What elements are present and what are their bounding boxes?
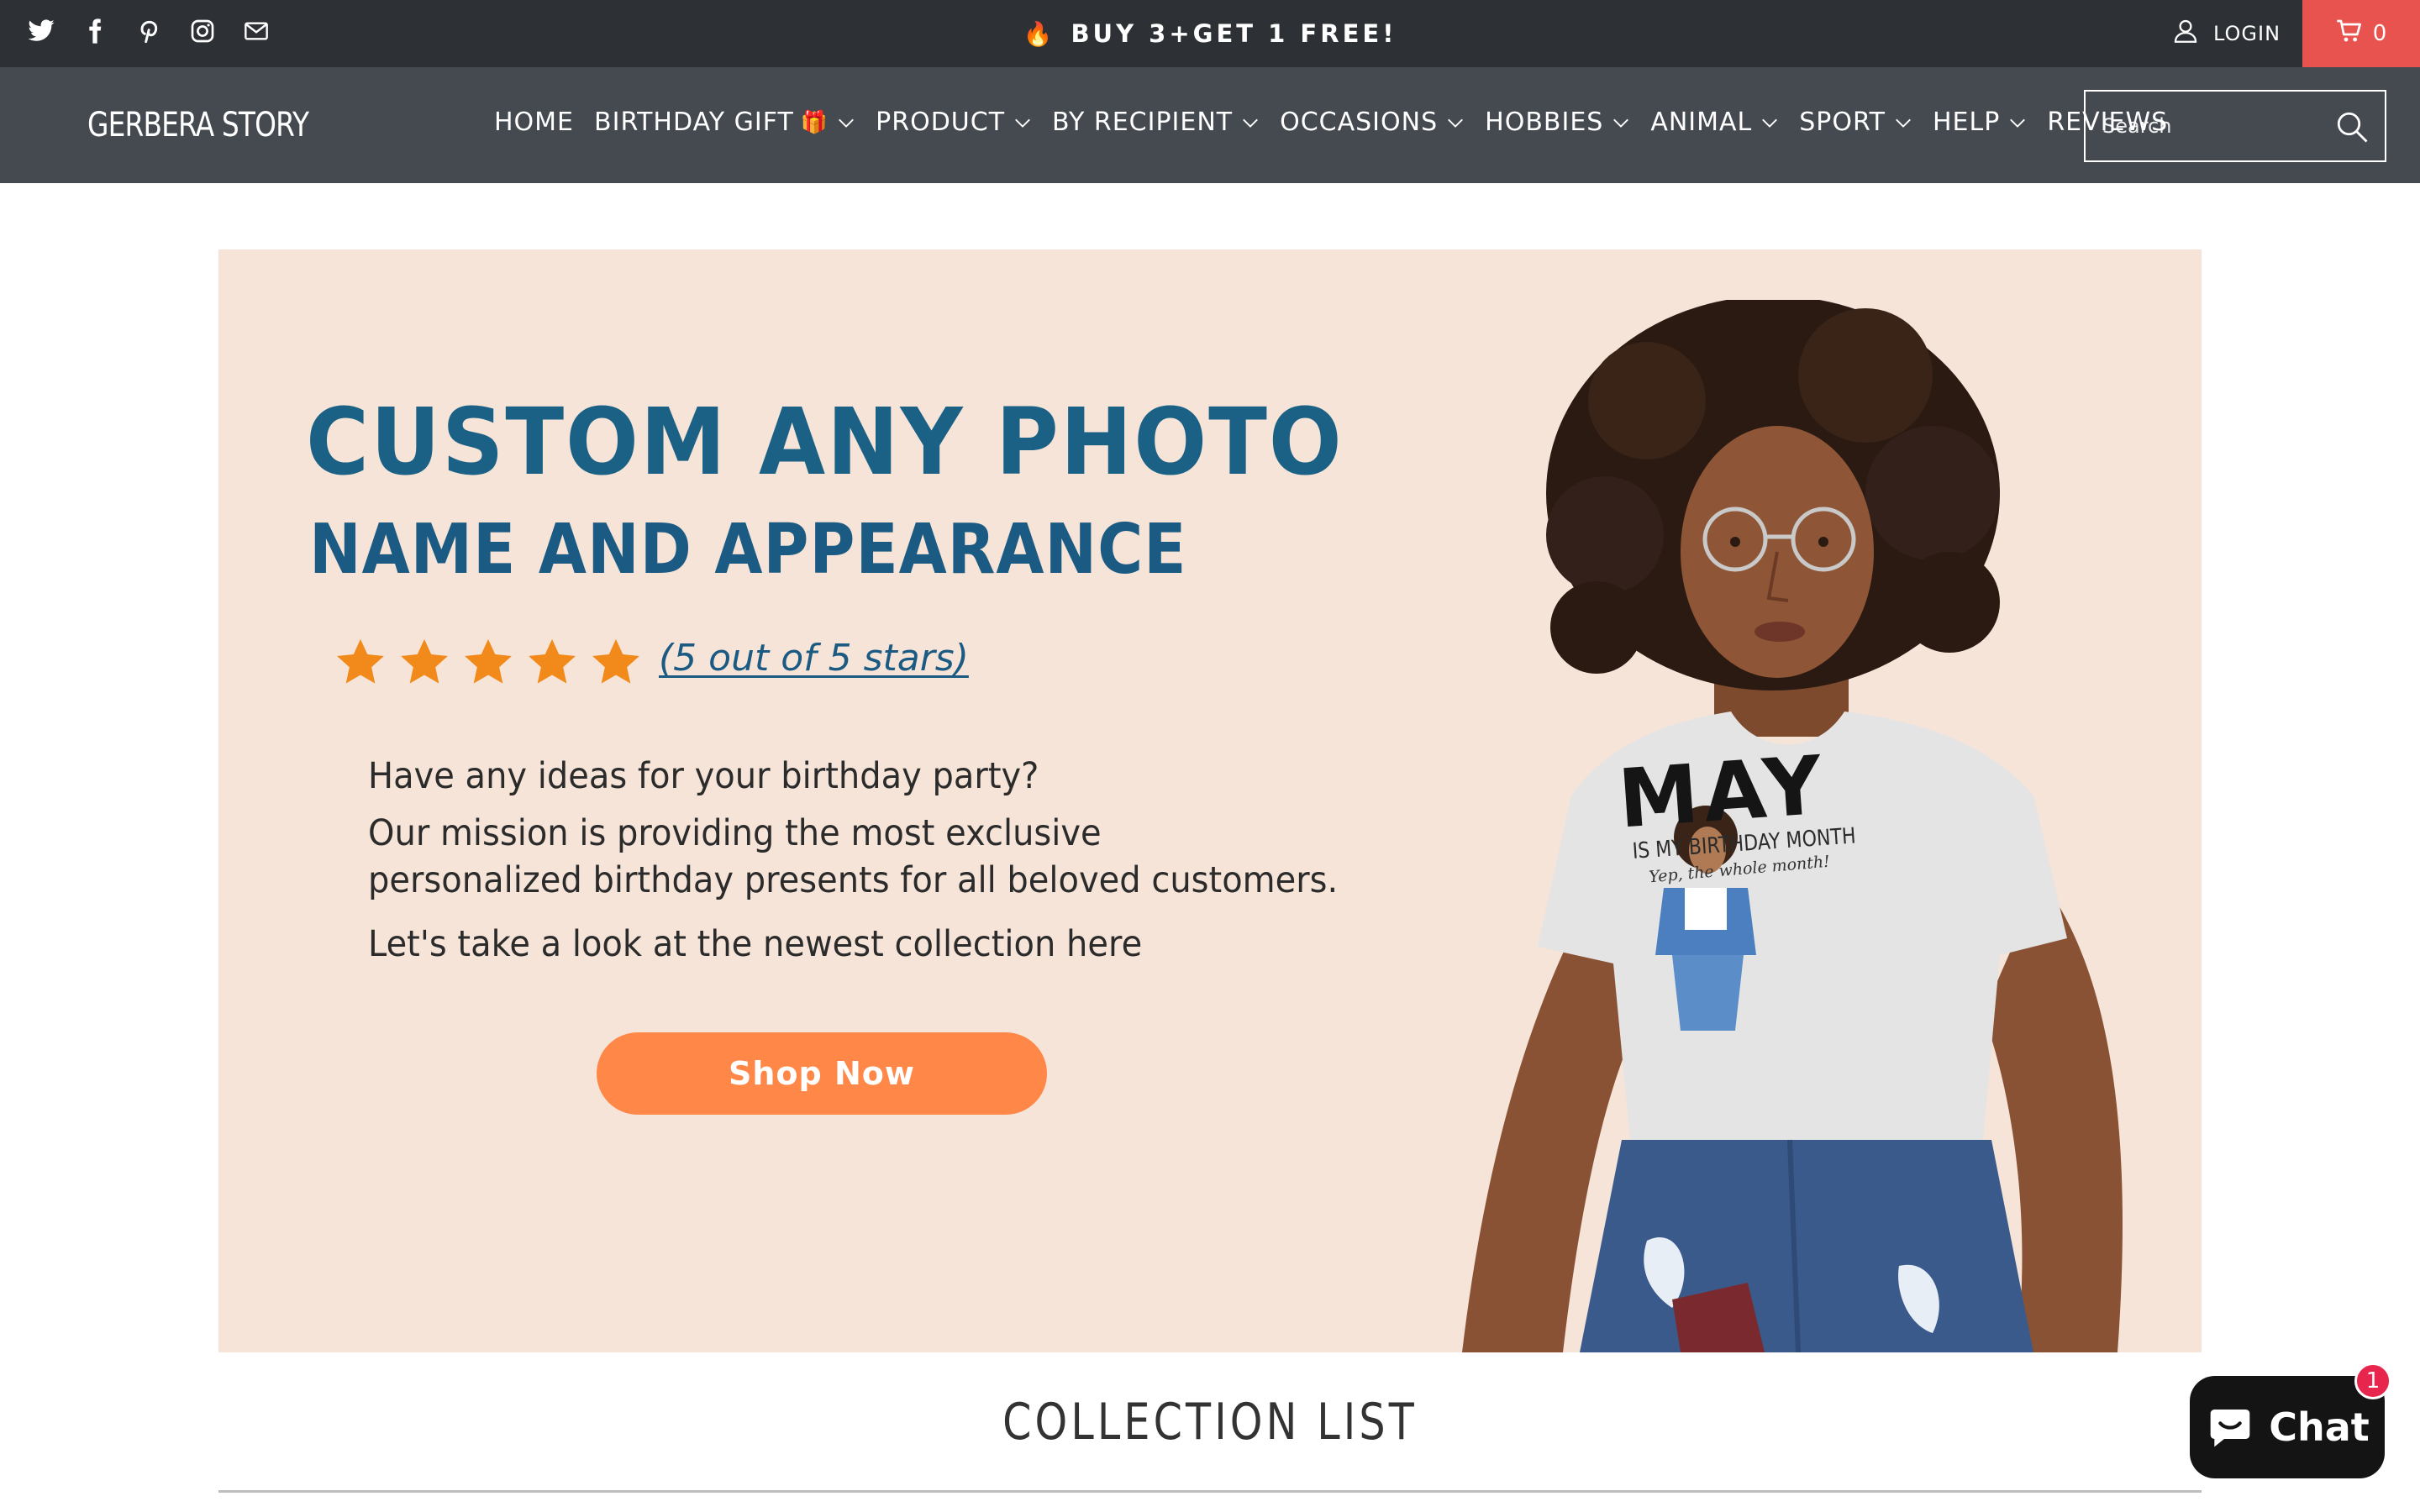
hero-description-line: personalized birthday presents for all b… [368, 859, 1339, 901]
nav-label: HOBBIES [1485, 108, 1604, 137]
user-icon [2171, 17, 2200, 50]
nav-label: ANIMAL [1650, 108, 1753, 137]
chat-bubble-icon [2210, 1410, 2250, 1447]
star-rating [334, 636, 642, 688]
login-link[interactable]: LOGIN [2171, 15, 2281, 52]
twitter-icon[interactable] [25, 15, 57, 47]
nav-label: OCCASIONS [1280, 108, 1439, 137]
hero-description-line: Have any ideas for your birthday party? [368, 755, 1039, 797]
search-box [2084, 90, 2386, 162]
social-links [25, 15, 272, 47]
chevron-down-icon [2008, 113, 2027, 132]
nav-label: BIRTHDAY GIFT [594, 108, 794, 137]
section-divider [218, 1490, 2202, 1493]
main-header: GERBERA STORY HOME BIRTHDAY GIFT 🎁 PRODU… [0, 67, 2420, 183]
star-icon [465, 638, 512, 684]
nav-item-help[interactable]: HELP [1933, 108, 2027, 137]
top-bar: 🔥 BUY 3+GET 1 FREE! LOGIN 0 [0, 0, 2420, 67]
hero-subheadline: NAME AND APPEARANCE [309, 510, 1187, 590]
chevron-down-icon [1241, 113, 1260, 132]
nav-label: BY RECIPIENT [1052, 108, 1234, 137]
site-logo[interactable]: GERBERA STORY [87, 106, 309, 144]
search-input[interactable] [2102, 114, 2321, 138]
hero-headline: CUSTOM ANY PHOTO [306, 388, 1344, 496]
promo-text: BUY 3+GET 1 FREE! [1071, 19, 1397, 48]
chevron-down-icon [1760, 113, 1779, 132]
chevron-down-icon [1894, 113, 1912, 132]
gift-icon: 🎁 [800, 109, 829, 135]
star-icon [337, 638, 384, 684]
chevron-down-icon [837, 113, 855, 132]
nav-item-hobbies[interactable]: HOBBIES [1485, 108, 1630, 137]
hero-description-line: Our mission is providing the most exclus… [368, 812, 1102, 854]
hero-description-line: Let's take a look at the newest collecti… [368, 923, 1143, 965]
collection-list-title: COLLECTION LIST [1002, 1393, 1418, 1452]
nav-item-animal[interactable]: ANIMAL [1650, 108, 1779, 137]
cart-button[interactable]: 0 [2302, 0, 2420, 67]
shop-now-button[interactable]: Shop Now [597, 1032, 1047, 1115]
promo-banner: 🔥 BUY 3+GET 1 FREE! [0, 0, 2420, 67]
chat-button[interactable]: Chat [2190, 1376, 2385, 1478]
star-icon [529, 638, 576, 684]
nav-label: SPORT [1799, 108, 1886, 137]
fire-icon: 🔥 [1023, 19, 1056, 48]
chevron-down-icon [1013, 113, 1032, 132]
cart-icon [2336, 18, 2363, 50]
instagram-icon[interactable] [187, 15, 218, 47]
chat-label: Chat [2269, 1404, 2370, 1450]
main-nav: HOME BIRTHDAY GIFT 🎁 PRODUCT BY RECIPIEN… [494, 108, 2188, 137]
nav-item-birthday-gift[interactable]: BIRTHDAY GIFT 🎁 [594, 108, 855, 137]
login-label: LOGIN [2213, 22, 2281, 45]
nav-item-product[interactable]: PRODUCT [876, 108, 1032, 137]
nav-label: PRODUCT [876, 108, 1006, 137]
chat-notification-badge: 1 [2354, 1362, 2391, 1399]
nav-item-occasions[interactable]: OCCASIONS [1280, 108, 1465, 137]
star-icon [592, 638, 639, 684]
email-icon[interactable] [240, 15, 272, 47]
cart-count: 0 [2372, 21, 2387, 46]
hero-banner[interactable]: CUSTOM ANY PHOTO NAME AND APPEARANCE (5 … [218, 249, 2202, 1352]
rating-text: (5 out of 5 stars) [659, 637, 969, 680]
search-icon[interactable] [2334, 109, 2370, 144]
nav-item-home[interactable]: HOME [494, 108, 574, 137]
facebook-icon[interactable] [79, 15, 111, 47]
chevron-down-icon [1446, 113, 1465, 132]
nav-item-by-recipient[interactable]: BY RECIPIENT [1052, 108, 1260, 137]
chevron-down-icon [1612, 113, 1630, 132]
nav-label: HELP [1933, 108, 2001, 137]
pinterest-icon[interactable] [133, 15, 165, 47]
star-icon [401, 638, 448, 684]
nav-item-sport[interactable]: SPORT [1799, 108, 1912, 137]
nav-label: HOME [494, 108, 575, 137]
